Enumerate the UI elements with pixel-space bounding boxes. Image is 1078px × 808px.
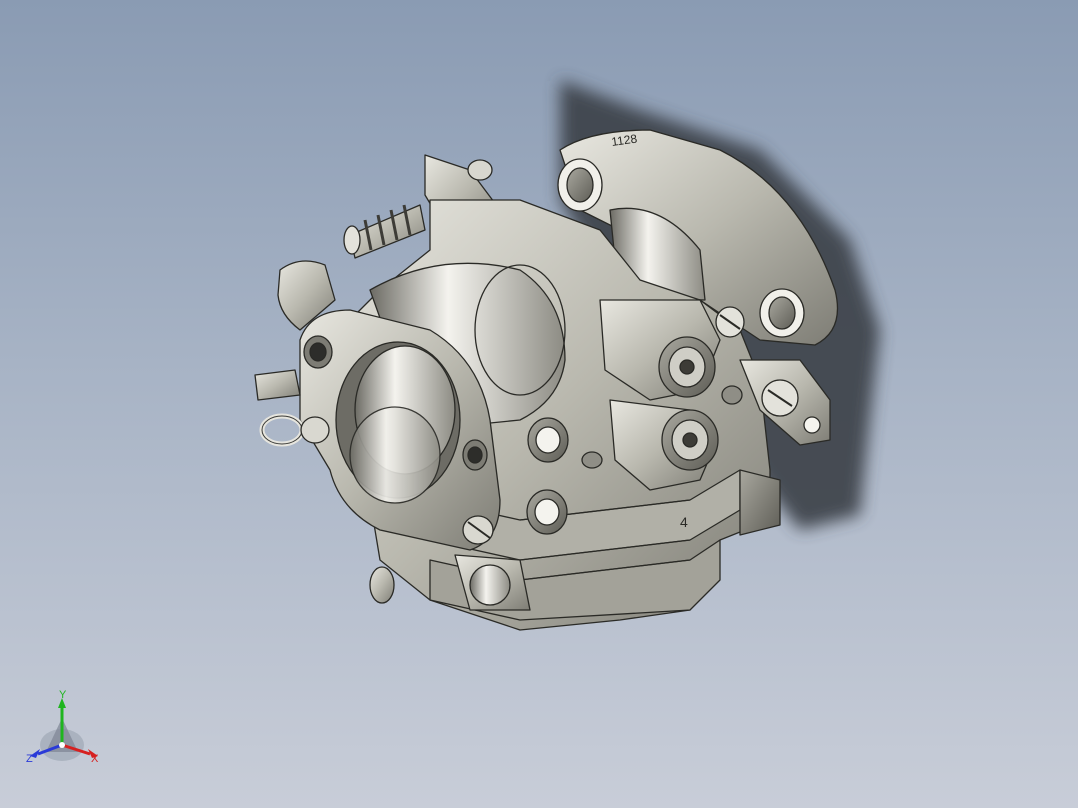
y-axis-label: Y: [59, 690, 67, 701]
carburetor-body: [254, 129, 839, 631]
idle-spring: [343, 204, 426, 259]
carburetor-3d-model[interactable]: 1128 4: [0, 0, 1078, 808]
z-axis-label: Z: [26, 753, 33, 765]
bowl-marking: 4: [680, 514, 688, 530]
graphics-viewport[interactable]: 1128 4 Y X Z: [0, 0, 1078, 808]
x-axis-label: X: [91, 753, 99, 765]
coordinate-triad: Y X Z: [26, 690, 99, 765]
